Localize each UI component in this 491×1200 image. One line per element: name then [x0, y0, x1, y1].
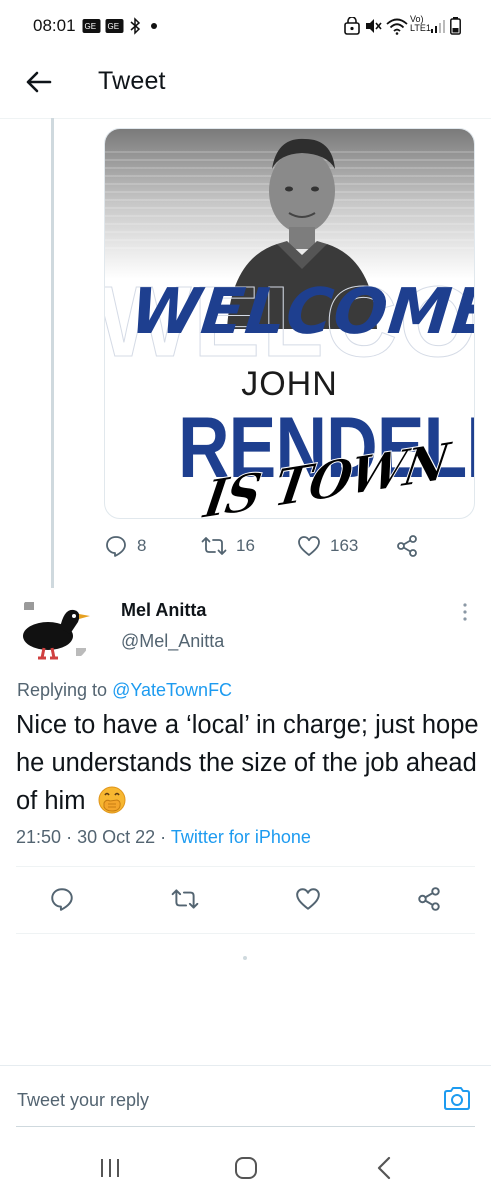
signal-icon — [431, 17, 445, 35]
thread-connector — [51, 118, 54, 588]
more-options-button[interactable] — [455, 600, 475, 624]
dot-icon — [150, 17, 158, 35]
home-icon — [235, 1157, 257, 1179]
top-app-bar: Tweet — [0, 55, 491, 115]
bluetooth-icon — [128, 17, 142, 35]
retweet-button[interactable] — [171, 886, 199, 912]
parent-tweet-actions: 8 16 163 — [0, 530, 491, 560]
tweet-text: Nice to have a ‘local’ in charge; just h… — [16, 706, 481, 820]
divider — [16, 866, 475, 867]
author-name[interactable]: Mel Anitta — [121, 600, 206, 621]
more-vertical-icon — [463, 603, 467, 621]
mute-icon — [364, 17, 382, 35]
lock-icon — [344, 17, 360, 35]
battery-icon — [450, 17, 461, 35]
reply-button[interactable] — [49, 886, 75, 912]
camera-icon — [444, 1087, 470, 1110]
recents-icon — [101, 1159, 119, 1177]
duck-avatar-icon — [16, 588, 94, 666]
retweet-count: 16 — [236, 536, 255, 555]
composer-underline — [16, 1126, 475, 1127]
reply-action[interactable]: 8 — [104, 534, 146, 558]
share-icon — [418, 887, 440, 911]
like-count: 163 — [330, 536, 359, 555]
meta-separator: · — [66, 827, 73, 847]
face-with-hand-over-mouth-icon — [98, 786, 126, 814]
tweet-meta: 21:50 · 30 Oct 22 · Twitter for iPhone — [16, 827, 311, 848]
retweet-icon — [171, 889, 199, 909]
tweet-time: 21:50 — [16, 827, 62, 847]
retweet-action[interactable]: 16 — [201, 534, 255, 558]
divider — [16, 933, 475, 934]
back-nav-button[interactable] — [364, 1152, 404, 1184]
heart-icon — [296, 888, 320, 910]
replying-to-link[interactable]: @YateTownFC — [112, 680, 232, 700]
back-button[interactable] — [22, 65, 56, 99]
welcome-heading: WELCOME — [127, 275, 475, 348]
page-title: Tweet — [98, 67, 166, 95]
tweet-image[interactable]: WELCOME WELCOME JOHN RENDELL IS TOWN — [104, 128, 475, 519]
avatar[interactable] — [16, 588, 94, 666]
retweet-icon — [201, 537, 227, 555]
svg-text:GE: GE — [85, 22, 97, 31]
composer-divider — [0, 1065, 491, 1066]
camera-button[interactable] — [442, 1084, 472, 1114]
svg-text:GE: GE — [108, 22, 120, 31]
reply-icon — [106, 536, 126, 557]
arrow-left-icon — [26, 71, 52, 93]
tweet-source[interactable]: Twitter for iPhone — [171, 827, 311, 847]
like-button[interactable] — [295, 886, 321, 912]
meta-separator: · — [160, 827, 167, 847]
tweet-body: Nice to have a ‘local’ in charge; just h… — [16, 711, 479, 815]
share-button[interactable] — [416, 886, 442, 912]
status-time: 08:01 — [33, 16, 76, 35]
header-divider — [0, 118, 491, 119]
app-notification-icon: GE — [82, 17, 101, 35]
loading-indicator — [243, 956, 247, 960]
heart-icon — [298, 536, 320, 556]
tweet-date: 30 Oct 22 — [77, 827, 156, 847]
share-action[interactable] — [395, 534, 419, 558]
chevron-left-icon — [377, 1156, 391, 1180]
home-button[interactable] — [226, 1152, 266, 1184]
reply-tweet-actions — [0, 884, 491, 916]
recents-button[interactable] — [90, 1152, 130, 1184]
system-nav-bar — [0, 1140, 491, 1200]
reply-icon — [51, 888, 73, 911]
share-icon — [397, 535, 417, 557]
replying-to: Replying to @YateTownFC — [17, 680, 232, 701]
author-handle[interactable]: @Mel_Anitta — [121, 631, 224, 652]
reply-count: 8 — [137, 536, 147, 555]
replying-prefix: Replying to — [17, 680, 108, 700]
wifi-icon — [386, 17, 408, 35]
like-action[interactable]: 163 — [297, 534, 358, 558]
status-bar: 08:01 GE GE Vo) LTE1 — [0, 0, 491, 50]
app-notification-icon: GE — [105, 17, 124, 35]
reply-input[interactable]: Tweet your reply — [17, 1090, 149, 1111]
